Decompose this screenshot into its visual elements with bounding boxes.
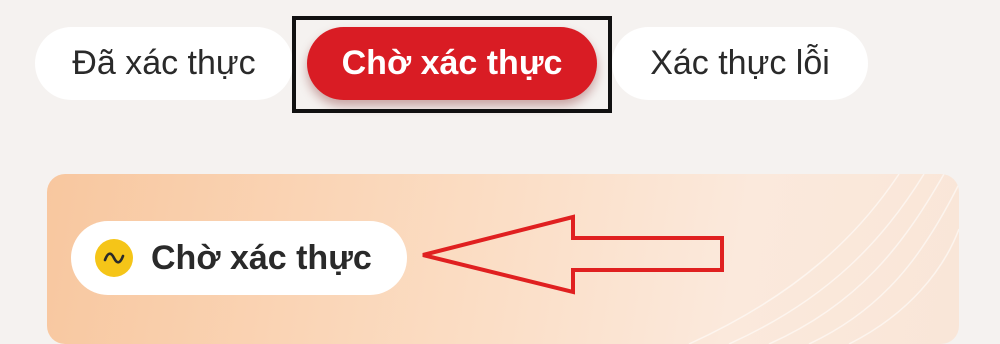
annotation-arrow (422, 214, 724, 295)
